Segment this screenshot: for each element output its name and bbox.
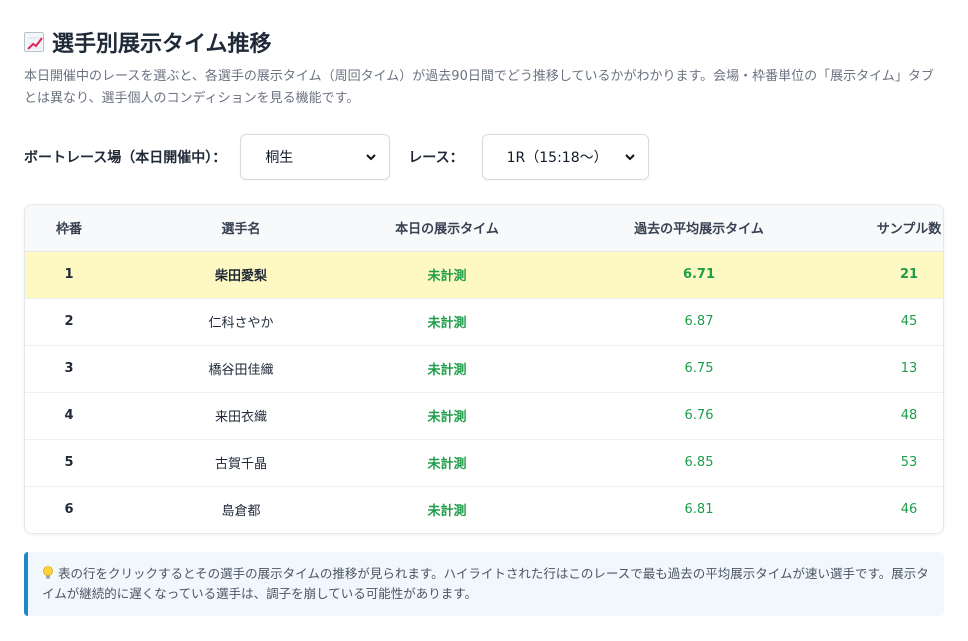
cell-name: 古賀千晶 bbox=[113, 439, 369, 487]
hint-note: 表の行をクリックするとその選手の展示タイムの推移が見られます。ハイライトされた行… bbox=[24, 552, 944, 616]
lightbulb-icon bbox=[42, 566, 54, 580]
cell-samples: 46 bbox=[900, 502, 918, 518]
column-header-frame: 枠番 bbox=[25, 205, 113, 252]
column-header-samples: サンプル数 bbox=[873, 205, 943, 252]
racer-table: 枠番 選手名 本日の展示タイム 過去の平均展示タイム サンプル数 1 柴田愛梨 … bbox=[25, 205, 943, 533]
cell-samples: 45 bbox=[873, 298, 943, 346]
cell-samples: 13 bbox=[873, 345, 943, 393]
racer-table-card: 枠番 選手名 本日の展示タイム 過去の平均展示タイム サンプル数 1 柴田愛梨 … bbox=[24, 204, 944, 534]
cell-samples: 48 bbox=[873, 392, 943, 440]
chevron-down-icon bbox=[365, 151, 377, 163]
race-select[interactable]: 1R（15:18〜） bbox=[481, 134, 649, 180]
table-row[interactable]: 6 島倉都 未計測 6.81 46 bbox=[25, 486, 943, 533]
page-title: 選手別展示タイム推移 bbox=[52, 32, 272, 57]
page-description: 本日開催中のレースを選ぶと、各選手の展示タイム（周回タイム）が過去90日間でどう… bbox=[24, 69, 934, 106]
cell-today: 未計測 bbox=[369, 439, 525, 487]
cell-name: 橋谷田佳織 bbox=[113, 345, 369, 393]
venue-label: ボートレース場（本日開催中）： bbox=[24, 150, 227, 166]
column-header-name: 選手名 bbox=[113, 205, 369, 252]
cell-frame: 1 bbox=[25, 251, 113, 299]
cell-today: 未計測 bbox=[427, 504, 467, 520]
cell-frame: 5 bbox=[25, 439, 113, 487]
race-label: レース： bbox=[408, 150, 464, 166]
table-header-row: 枠番 選手名 本日の展示タイム 過去の平均展示タイム サンプル数 bbox=[25, 205, 943, 252]
venue-select[interactable]: 桐生 bbox=[240, 134, 391, 180]
venue-select-value: 桐生 bbox=[265, 150, 294, 166]
cell-today: 未計測 bbox=[369, 345, 525, 393]
cell-average: 6.71 bbox=[525, 251, 873, 299]
chart-increasing-icon bbox=[24, 32, 44, 52]
cell-today: 未計測 bbox=[369, 251, 525, 299]
cell-frame: 6 bbox=[64, 502, 74, 518]
cell-frame: 3 bbox=[25, 345, 113, 393]
table-row[interactable]: 5 古賀千晶 未計測 6.85 53 bbox=[25, 439, 943, 487]
cell-name: 仁科さやか bbox=[113, 298, 369, 346]
cell-name: 柴田愛梨 bbox=[113, 251, 369, 299]
table-row[interactable]: 4 来田衣織 未計測 6.76 48 bbox=[25, 392, 943, 440]
column-header-average: 過去の平均展示タイム bbox=[525, 205, 873, 252]
cell-average: 6.75 bbox=[525, 345, 873, 393]
cell-samples: 53 bbox=[873, 439, 943, 487]
cell-name: 来田衣織 bbox=[113, 392, 369, 440]
filter-controls: ボートレース場（本日開催中）： 桐生 レース： 1R（15:18〜） bbox=[24, 134, 944, 180]
table-row[interactable]: 3 橋谷田佳織 未計測 6.75 13 bbox=[25, 345, 943, 393]
cell-average: 6.85 bbox=[525, 439, 873, 487]
page: 選手別展示タイム推移 本日開催中のレースを選ぶと、各選手の展示タイム（周回タイム… bbox=[0, 0, 968, 616]
table-row[interactable]: 2 仁科さやか 未計測 6.87 45 bbox=[25, 298, 943, 346]
cell-average: 6.76 bbox=[525, 392, 873, 440]
title-row: 選手別展示タイム推移 bbox=[24, 26, 944, 58]
column-header-today: 本日の展示タイム bbox=[369, 205, 525, 252]
cell-average: 6.87 bbox=[525, 298, 873, 346]
table-row[interactable]: 1 柴田愛梨 未計測 6.71 21 bbox=[25, 251, 943, 299]
chevron-down-icon bbox=[624, 151, 636, 163]
cell-frame: 4 bbox=[25, 392, 113, 440]
race-select-value: 1R（15:18〜） bbox=[506, 150, 608, 166]
cell-samples: 21 bbox=[873, 251, 943, 299]
hint-text: 表の行をクリックするとその選手の展示タイムの推移が見られます。ハイライトされた行… bbox=[42, 566, 929, 601]
cell-frame: 2 bbox=[25, 298, 113, 346]
cell-average: 6.81 bbox=[684, 502, 714, 518]
cell-name: 島倉都 bbox=[221, 504, 261, 520]
cell-today: 未計測 bbox=[369, 392, 525, 440]
cell-today: 未計測 bbox=[369, 298, 525, 346]
